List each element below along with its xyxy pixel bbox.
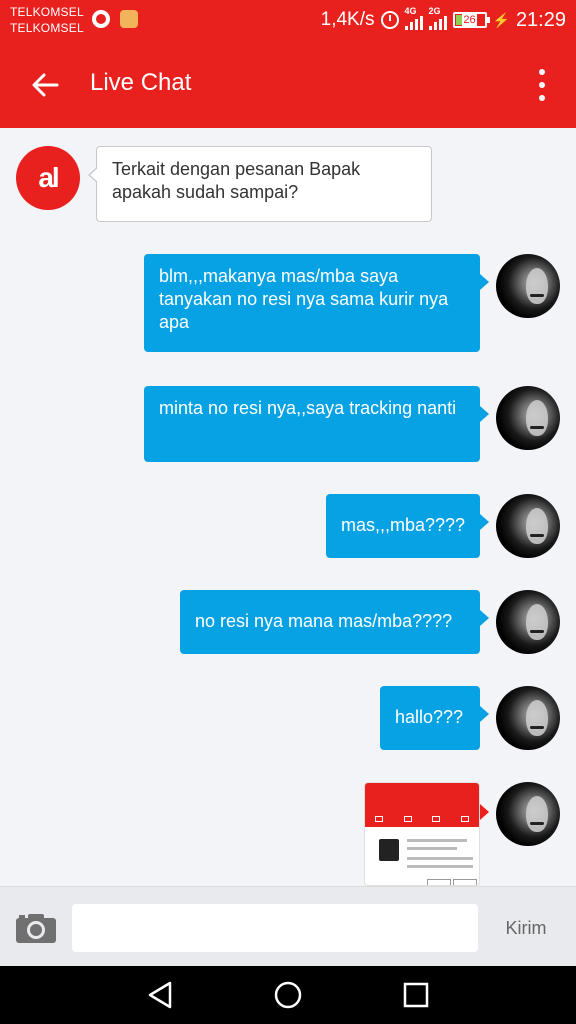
circle-home-icon bbox=[274, 981, 302, 1009]
back-button[interactable] bbox=[22, 62, 68, 108]
message-composer: Kirim bbox=[0, 886, 576, 966]
battery-level: 26 bbox=[462, 14, 477, 26]
camera-button[interactable] bbox=[16, 913, 56, 943]
outgoing-message: hallo??? bbox=[380, 686, 489, 750]
status-indicators: 1,4K/s 4G 2G 26 ⚡ 21:29 bbox=[320, 6, 566, 32]
alarm-icon bbox=[380, 11, 399, 29]
camera-icon bbox=[16, 914, 56, 943]
status-bar: TELKOMSEL TELKOMSEL 1,4K/s 4G 2G 26 ⚡ 21… bbox=[0, 0, 576, 42]
triangle-back-icon bbox=[148, 981, 172, 1009]
nav-home-button[interactable] bbox=[270, 978, 306, 1012]
user-avatar bbox=[496, 254, 560, 318]
message-input[interactable] bbox=[72, 904, 478, 952]
outgoing-message: mas,,,mba???? bbox=[326, 494, 489, 558]
carrier-2: TELKOMSEL bbox=[10, 21, 84, 35]
user-avatar bbox=[496, 494, 560, 558]
signal-2g-icon: 2G bbox=[428, 6, 447, 30]
user-avatar bbox=[496, 386, 560, 450]
signal-4g-icon: 4G bbox=[404, 6, 423, 30]
system-navigation-bar bbox=[0, 966, 576, 1024]
outgoing-message: blm,,,makanya mas/mba saya tanyakan no r… bbox=[144, 254, 489, 352]
more-vertical-icon bbox=[539, 69, 545, 75]
whatsapp-icon bbox=[92, 10, 110, 28]
nav-recents-button[interactable] bbox=[398, 978, 434, 1012]
clock: 21:29 bbox=[515, 8, 566, 31]
network-speed: 1,4K/s bbox=[320, 9, 375, 30]
signal-4g-label: 4G bbox=[404, 6, 417, 16]
user-avatar bbox=[496, 686, 560, 750]
carrier-1: TELKOMSEL bbox=[10, 5, 84, 19]
page-title: Live Chat bbox=[90, 69, 192, 96]
chat-messages[interactable]: al Terkait dengan pesanan Bapak apakah s… bbox=[0, 128, 576, 886]
game-notification-icon bbox=[120, 10, 138, 28]
battery-icon: 26 bbox=[452, 12, 490, 28]
incoming-message: Terkait dengan pesanan Bapak apakah suda… bbox=[88, 146, 432, 222]
app-bar: Live Chat bbox=[0, 42, 576, 128]
overflow-menu-button[interactable] bbox=[530, 62, 554, 108]
square-recents-icon bbox=[403, 982, 429, 1008]
agent-avatar: al bbox=[16, 146, 80, 210]
nav-back-button[interactable] bbox=[142, 978, 178, 1012]
arrow-left-icon bbox=[32, 73, 59, 97]
send-button[interactable]: Kirim bbox=[496, 915, 556, 941]
user-avatar bbox=[496, 590, 560, 654]
outgoing-message: minta no resi nya,,saya tracking nanti bbox=[144, 386, 489, 462]
user-avatar bbox=[496, 782, 560, 846]
image-message[interactable] bbox=[364, 782, 480, 886]
carrier-labels: TELKOMSEL TELKOMSEL bbox=[10, 4, 84, 36]
charging-icon: ⚡ bbox=[492, 11, 510, 28]
outgoing-message: no resi nya mana mas/mba???? bbox=[180, 590, 489, 654]
signal-2g-label: 2G bbox=[428, 6, 441, 16]
